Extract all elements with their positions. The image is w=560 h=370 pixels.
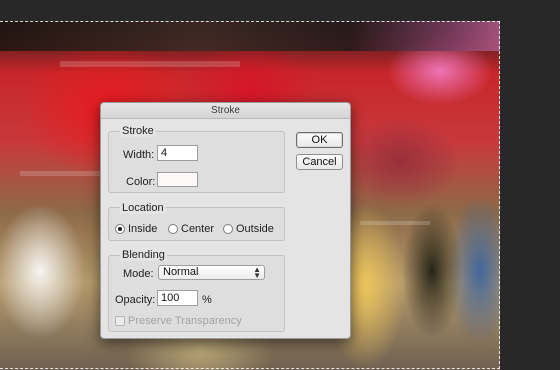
select-arrows-icon: ▲ ▼ xyxy=(253,265,261,280)
radio-outside[interactable] xyxy=(223,224,233,234)
preserve-transparency-checkbox[interactable] xyxy=(115,316,125,326)
radio-center[interactable] xyxy=(168,224,178,234)
stroke-dialog: Stroke Stroke Width: Color: Location Ins… xyxy=(100,102,351,339)
workspace-pasteboard xyxy=(500,0,560,370)
opacity-input[interactable] xyxy=(157,290,198,306)
ok-button[interactable]: OK xyxy=(296,132,343,148)
image-streak xyxy=(360,221,430,225)
radio-inside-label[interactable]: Inside xyxy=(128,223,157,235)
opacity-label: Opacity: xyxy=(115,294,156,306)
mode-label: Mode: xyxy=(123,268,154,280)
preserve-transparency-label: Preserve Transparency xyxy=(128,315,242,327)
image-streak xyxy=(60,61,240,67)
width-label: Width: xyxy=(123,149,155,161)
radio-inside[interactable] xyxy=(115,224,125,234)
image-streak xyxy=(20,171,100,176)
width-input[interactable] xyxy=(157,145,198,161)
blend-mode-value: Normal xyxy=(163,266,199,278)
stroke-color-swatch[interactable] xyxy=(157,172,198,187)
dialog-title[interactable]: Stroke xyxy=(101,103,350,119)
color-label: Color: xyxy=(126,176,156,188)
blend-mode-select[interactable]: Normal ▲ ▼ xyxy=(158,265,265,280)
blending-group-label: Blending xyxy=(120,249,167,261)
radio-center-label[interactable]: Center xyxy=(181,223,214,235)
cancel-button[interactable]: Cancel xyxy=(296,154,343,170)
radio-outside-label[interactable]: Outside xyxy=(236,223,274,235)
opacity-unit: % xyxy=(202,294,212,306)
canvas-image-top xyxy=(0,21,500,51)
stroke-group-label: Stroke xyxy=(120,125,156,137)
location-group-label: Location xyxy=(120,202,166,214)
